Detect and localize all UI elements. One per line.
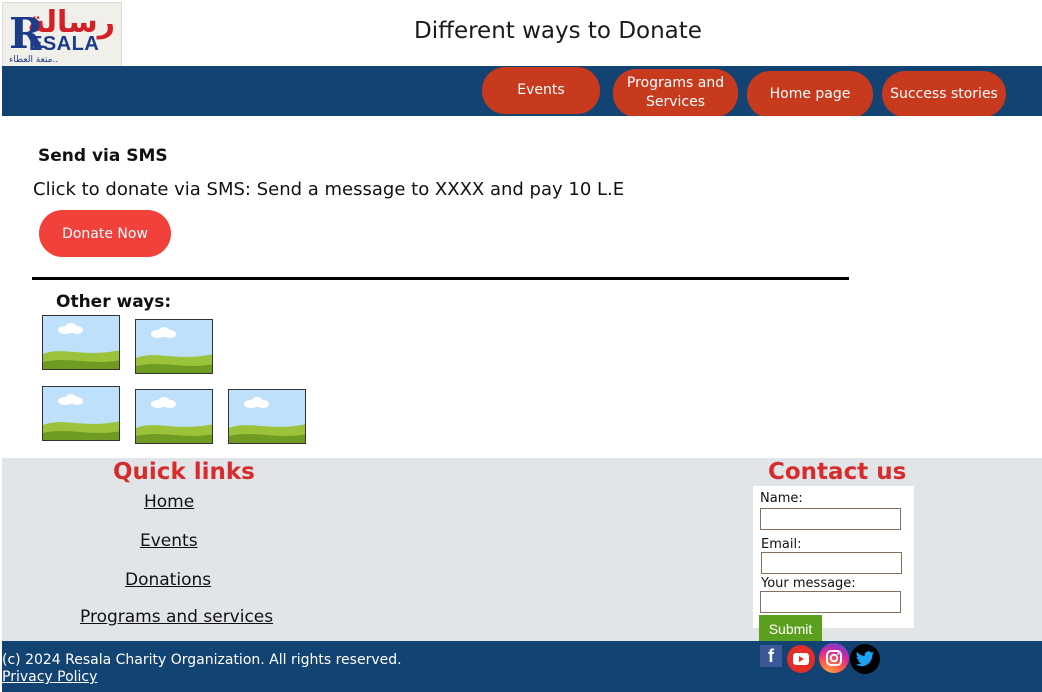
page: رسالة R ESALA متعة العطاء.. Different wa…: [0, 0, 1042, 692]
message-field[interactable]: [760, 591, 901, 613]
page-title: Different ways to Donate: [414, 18, 702, 44]
image-placeholder-icon[interactable]: [42, 315, 120, 370]
image-placeholder-icon[interactable]: [42, 386, 120, 441]
name-field[interactable]: [760, 508, 901, 530]
email-label: Email:: [761, 537, 802, 552]
quick-link-home[interactable]: Home: [144, 492, 194, 512]
quick-links-title: Quick links: [113, 459, 255, 485]
youtube-icon[interactable]: [787, 645, 815, 673]
logo[interactable]: رسالة R ESALA متعة العطاء..: [2, 2, 122, 70]
email-field[interactable]: [761, 552, 902, 574]
divider: [32, 277, 849, 280]
logo-english-text: ESALA: [29, 33, 100, 55]
quick-link-programs[interactable]: Programs and services: [80, 607, 273, 627]
quick-link-donations[interactable]: Donations: [125, 570, 211, 590]
sms-heading: Send via SMS: [38, 146, 168, 166]
nav-programs-button[interactable]: Programs and Services: [613, 69, 738, 117]
message-label: Your message:: [761, 576, 856, 591]
sms-instructions: Click to donate via SMS: Send a message …: [33, 179, 625, 200]
other-ways-heading: Other ways:: [56, 292, 172, 312]
image-placeholder-icon[interactable]: [228, 389, 306, 444]
image-placeholder-icon[interactable]: [135, 389, 213, 444]
donate-now-button[interactable]: Donate Now: [39, 210, 171, 257]
twitter-icon[interactable]: [850, 644, 880, 674]
quick-link-events[interactable]: Events: [140, 531, 198, 551]
instagram-icon[interactable]: [819, 643, 849, 673]
privacy-policy-link[interactable]: Privacy Policy: [2, 669, 97, 685]
nav-success-stories-button[interactable]: Success stories: [882, 71, 1006, 117]
contact-us-title: Contact us: [768, 459, 907, 485]
name-label: Name:: [760, 491, 803, 506]
submit-button[interactable]: Submit: [759, 615, 822, 643]
image-placeholder-icon[interactable]: [135, 319, 213, 374]
logo-tagline: متعة العطاء..: [9, 55, 59, 65]
copyright-text: (c) 2024 Resala Charity Organization. Al…: [2, 652, 402, 668]
facebook-icon[interactable]: f: [760, 645, 782, 667]
nav-events-button[interactable]: Events: [482, 67, 600, 114]
nav-home-button[interactable]: Home page: [747, 71, 873, 118]
